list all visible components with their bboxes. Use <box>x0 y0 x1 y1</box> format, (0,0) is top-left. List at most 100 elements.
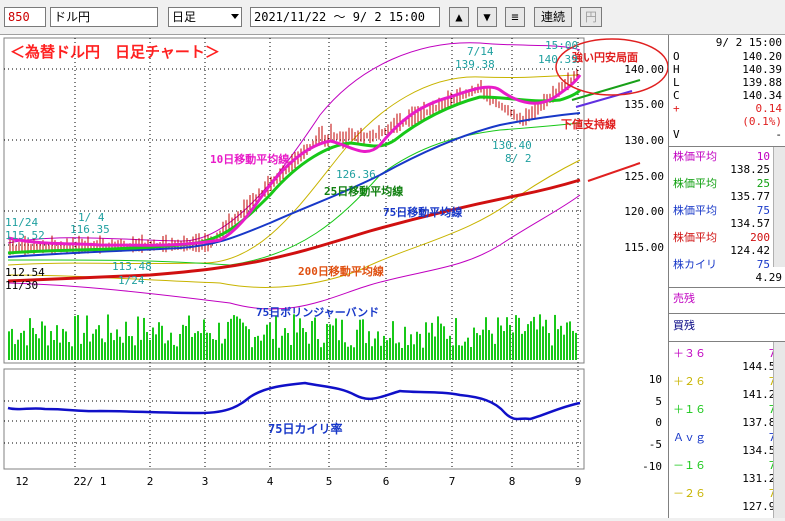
volume-bar <box>227 321 229 360</box>
volume-bar <box>443 326 445 360</box>
volume-bar <box>68 342 70 360</box>
band-avg-value: 134.57 <box>742 444 782 457</box>
volume-bar <box>8 331 10 360</box>
volume-bar <box>224 338 226 360</box>
kaizan-label: 買残 <box>673 319 695 332</box>
band-minus2-row: －２６75 <box>673 487 782 500</box>
dev-tick-10: 10 <box>649 373 662 386</box>
volume-bar <box>305 332 307 360</box>
volume-bar <box>278 347 280 360</box>
volume-bar <box>134 345 136 360</box>
period-select[interactable]: 日足 <box>168 7 242 27</box>
info-low: L 139.88 <box>673 76 782 89</box>
volume-bar <box>152 327 154 360</box>
chart-area[interactable]: 140.00 135.00 130.00 125.00 120.00 115.0… <box>0 35 669 518</box>
volume-bar <box>191 336 193 360</box>
volume-bar <box>416 331 418 360</box>
band-plus1-row: ＋１６75 <box>673 403 782 416</box>
volume-bar <box>509 324 511 360</box>
volume-bar <box>545 319 547 360</box>
annot-124-val: 113.48 <box>112 260 152 273</box>
volume-bar <box>158 322 160 360</box>
ma200-label-row: 株価平均 200 <box>673 231 770 244</box>
volume-bar <box>233 315 235 360</box>
volume-bar <box>398 342 400 360</box>
volume-bar <box>281 335 283 360</box>
yen-button[interactable]: 円 <box>580 7 602 27</box>
info-change-pct: (0.1%) <box>742 115 782 128</box>
volume-bar <box>194 333 196 360</box>
volume-bar <box>332 325 334 360</box>
volume-bar <box>512 332 514 360</box>
volume-bar <box>446 338 448 360</box>
volume-bar <box>491 333 493 360</box>
volume-bar <box>560 325 562 360</box>
x-tick-12: 12 <box>15 475 28 488</box>
volume-bar <box>431 322 433 360</box>
volume-bar <box>488 330 490 360</box>
x-tick-8: 8 <box>509 475 516 488</box>
volume-bar <box>458 345 460 360</box>
volume-bar <box>17 339 19 360</box>
volume-bar <box>515 315 517 360</box>
volume-bar <box>467 337 469 360</box>
scroll-down-button[interactable]: ▼ <box>477 7 497 27</box>
volume-bar <box>167 340 169 360</box>
chart-title: ＜為替ドル円 日足チャート＞ <box>10 43 220 61</box>
volume-bar <box>356 329 358 360</box>
ma10-label: 10日移動平均線 <box>210 152 289 166</box>
ma25-label: 25日移動平均線 <box>324 184 403 198</box>
symbol-name-field[interactable]: ドル円 <box>50 7 158 27</box>
volume-bar <box>71 346 73 360</box>
date-range-field[interactable]: 2021/11/22 ～ 9/ 2 15:00 <box>250 7 440 27</box>
volume-bar <box>401 347 403 360</box>
volume-bar <box>413 344 415 360</box>
dev-tick-m5: -5 <box>649 438 662 451</box>
volume-bar <box>461 345 463 360</box>
dev-tick-5: 5 <box>655 395 662 408</box>
volume-bar <box>254 336 256 360</box>
ma75-value: 134.57 <box>730 217 770 230</box>
volume-bar <box>260 340 262 360</box>
volume-bar <box>404 326 406 360</box>
volume-bar <box>476 333 478 360</box>
volume-bar <box>50 331 52 360</box>
volume-bar <box>392 321 394 360</box>
volume-bar <box>203 319 205 360</box>
volume-bar <box>335 318 337 360</box>
volume-bar <box>104 342 106 360</box>
volume-bar <box>92 333 94 360</box>
band-scrollbar[interactable] <box>773 342 785 518</box>
volume-bar <box>497 317 499 360</box>
volume-bar <box>539 314 541 360</box>
volume-bar <box>140 339 142 360</box>
indicator-scrollbar[interactable] <box>773 147 785 267</box>
scroll-up-button[interactable]: ▲ <box>449 7 469 27</box>
volume-bar <box>452 345 454 360</box>
menu-button[interactable]: ≡ <box>505 7 525 27</box>
volume-bar <box>263 334 265 360</box>
volume-bar <box>269 322 271 360</box>
volume-bar <box>290 344 292 360</box>
volume-bar <box>503 331 505 360</box>
x-tick-6: 6 <box>383 475 390 488</box>
volume-bar <box>38 338 40 360</box>
volume-bar <box>410 334 412 360</box>
annot-124-date: 1/24 <box>118 274 145 287</box>
ma10-label-row: 株価平均 10 <box>673 150 770 163</box>
volume-bar <box>155 334 157 360</box>
volume-bar <box>350 345 352 360</box>
info-close: C 140.34 <box>673 89 782 102</box>
volume-bar <box>527 324 529 360</box>
continuous-button[interactable]: 連続 <box>534 7 572 27</box>
volume-bar <box>98 325 100 360</box>
bb-label: 75日ボリンジャーバンド <box>256 305 379 319</box>
volume-bar <box>77 315 79 360</box>
volume-bar <box>530 321 532 360</box>
ma25-value: 135.77 <box>730 190 770 203</box>
volume-bar <box>494 343 496 360</box>
volume-bar <box>128 336 130 360</box>
y-tick-115: 115.00 <box>624 241 664 254</box>
volume-bar <box>266 324 268 360</box>
stock-code-field[interactable]: 850 <box>4 7 46 27</box>
